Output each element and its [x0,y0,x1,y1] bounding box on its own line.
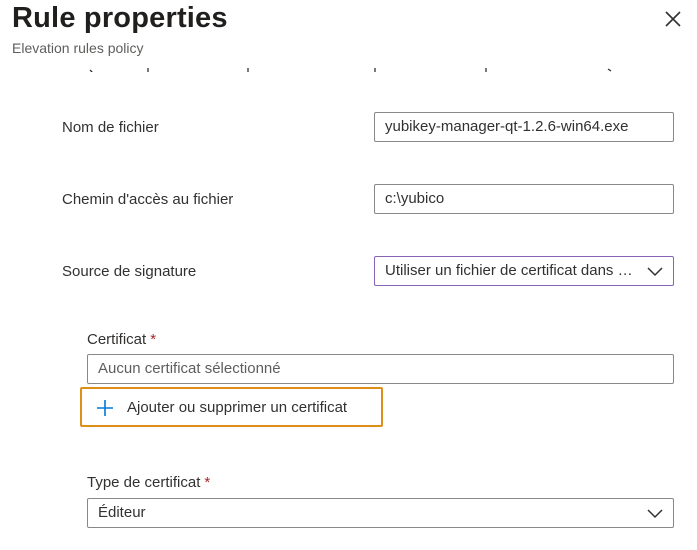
chevron-down-icon [647,509,663,519]
add-remove-certificate-button[interactable]: Ajouter ou supprimer un certificat [80,387,383,427]
required-marker: * [150,331,157,348]
required-marker: * [204,474,211,491]
close-button[interactable] [662,8,684,30]
scrolled-text-fragment-icon [89,68,612,72]
plus-icon [97,400,113,416]
certificate-type-label: Type de certificat * [87,473,210,493]
certificate-type-dropdown[interactable]: Éditeur [87,498,674,528]
close-icon [665,11,681,27]
add-remove-certificate-label: Ajouter ou supprimer un certificat [127,399,348,416]
file-path-value: c:\yubico [385,190,445,207]
signature-source-selected: Utiliser un fichier de certificat dans l… [385,262,663,279]
scrolled-content-edge [60,62,620,72]
certificate-type-selected: Éditeur [98,504,146,521]
file-path-label: Chemin d'accès au fichier [62,191,234,208]
certificate-type-label-text: Type de certificat [87,474,201,491]
file-name-label: Nom de fichier [62,119,159,136]
file-path-input[interactable]: c:\yubico [374,184,674,214]
file-name-input[interactable]: yubikey-manager-qt-1.2.6-win64.exe [374,112,674,142]
chevron-down-icon [647,267,663,277]
certificate-input[interactable]: Aucun certificat sélectionné [87,354,674,384]
page-subtitle: Elevation rules policy [12,40,144,56]
signature-source-label: Source de signature [62,263,197,280]
certificate-label: Certificat * [87,330,156,350]
certificate-placeholder: Aucun certificat sélectionné [98,360,281,377]
signature-source-dropdown[interactable]: Utiliser un fichier de certificat dans l… [374,256,674,286]
page-title: Rule properties [12,2,228,34]
certificate-label-text: Certificat [87,331,147,348]
file-name-value: yubikey-manager-qt-1.2.6-win64.exe [385,118,629,135]
